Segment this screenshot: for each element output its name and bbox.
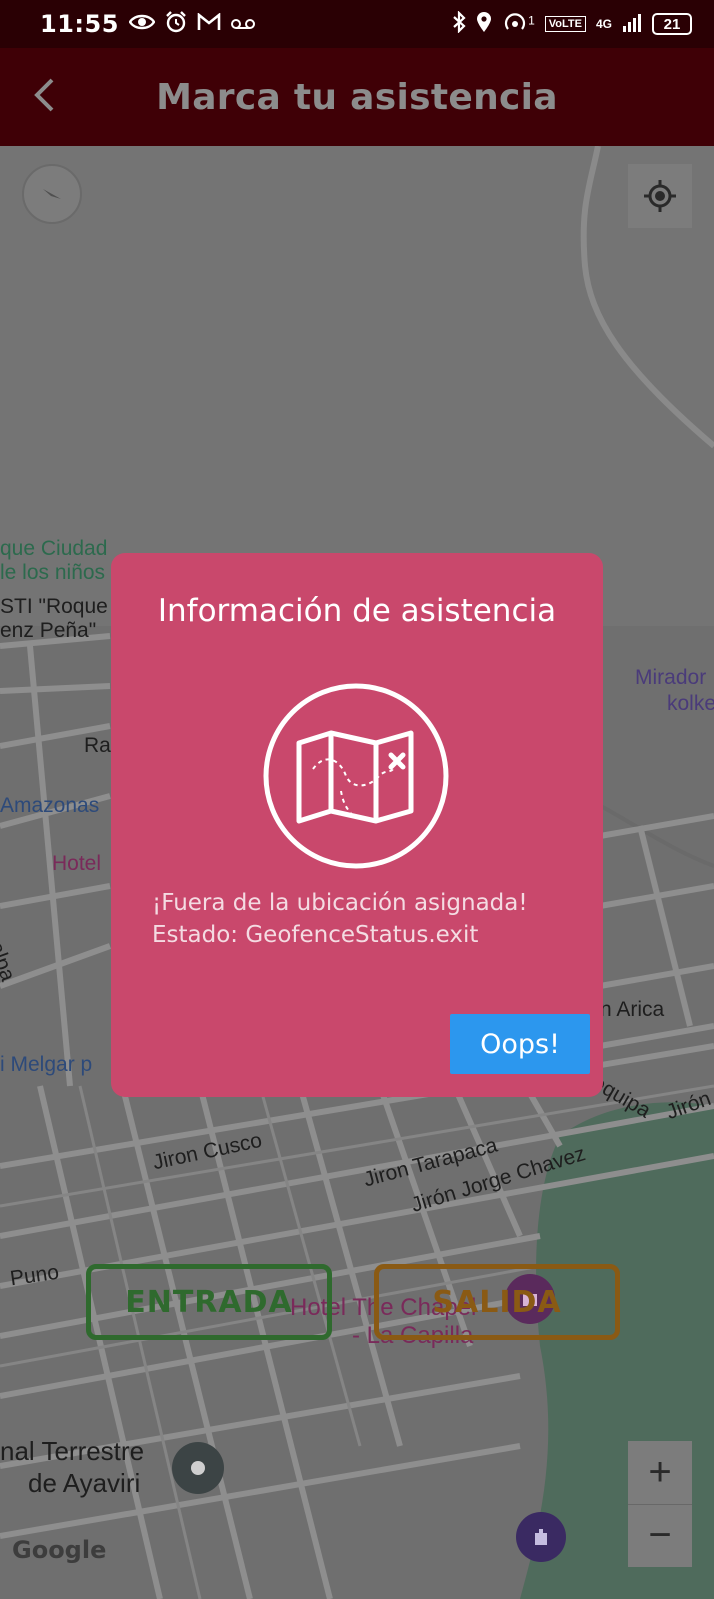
map-label: Hotel <box>52 852 102 875</box>
alarm-icon <box>165 11 187 37</box>
attendance-info-dialog: Información de asistencia ¡Fuera de la u… <box>111 553 603 1097</box>
map-icon <box>261 681 451 871</box>
map-label: enz Peña" <box>0 619 97 642</box>
map-label: n Arica <box>600 998 665 1021</box>
google-logo: Google <box>12 1536 107 1564</box>
map-label: i Melgar p <box>0 1053 93 1076</box>
bluetooth-icon <box>452 10 466 37</box>
signal-icon <box>622 12 642 36</box>
map-label: Ra <box>84 734 111 757</box>
gmail-icon <box>197 12 221 35</box>
map-label: de Ayaviri <box>28 1468 141 1498</box>
volte-badge: VoLTE <box>544 16 586 32</box>
voicemail-icon <box>230 14 255 34</box>
crosshair-icon <box>644 180 676 212</box>
dialog-title: Información de asistencia <box>157 593 557 629</box>
oops-button[interactable]: Oops! <box>450 1014 590 1074</box>
zoom-out-button[interactable]: − <box>628 1503 692 1568</box>
message-line: ¡Fuera de la ubicación asignada! <box>152 890 528 916</box>
hotspot-icon: 1 <box>502 12 535 36</box>
map-label: Amazonas <box>0 794 100 817</box>
page-title: Marca tu asistencia <box>156 76 558 118</box>
compass-button[interactable] <box>22 164 82 224</box>
salida-button[interactable]: SALIDA <box>374 1264 620 1340</box>
compass-icon <box>43 189 61 199</box>
landmark-icon <box>535 1529 547 1545</box>
bus-station-pin[interactable] <box>172 1442 224 1494</box>
status-bar: 11:55 1 VoLTE 4G 21 <box>0 0 714 48</box>
status-left-icons <box>128 11 255 37</box>
zoom-controls: + − <box>628 1441 692 1567</box>
status-right-icons: 1 VoLTE 4G 21 <box>452 10 692 37</box>
eye-icon <box>128 13 156 35</box>
zoom-in-button[interactable]: + <box>628 1441 692 1504</box>
signal-sup: 1 <box>528 13 535 28</box>
battery-indicator: 21 <box>652 13 692 35</box>
message-line: Estado: GeofenceStatus.exit <box>152 922 479 948</box>
back-button[interactable] <box>20 72 70 122</box>
location-pin-icon <box>476 11 492 37</box>
chevron-left-icon <box>32 77 58 118</box>
landmark-pin[interactable] <box>516 1512 566 1562</box>
status-time: 11:55 <box>40 10 119 38</box>
entrada-button[interactable]: ENTRADA <box>86 1264 332 1340</box>
map-label: Mirador <box>635 666 707 689</box>
app-bar: Marca tu asistencia <box>0 48 714 146</box>
my-location-button[interactable] <box>628 164 692 228</box>
map-label: que Ciudad <box>0 537 108 560</box>
network-type: 4G <box>595 17 612 31</box>
map-label: le los niños <box>0 561 106 584</box>
map-label: STI "Roque <box>0 595 108 618</box>
pin-icon <box>191 1461 205 1475</box>
map-label: kolke <box>667 692 714 715</box>
dialog-message: ¡Fuera de la ubicación asignada! Estado:… <box>152 887 528 951</box>
map-label: nal Terrestre <box>0 1436 145 1466</box>
